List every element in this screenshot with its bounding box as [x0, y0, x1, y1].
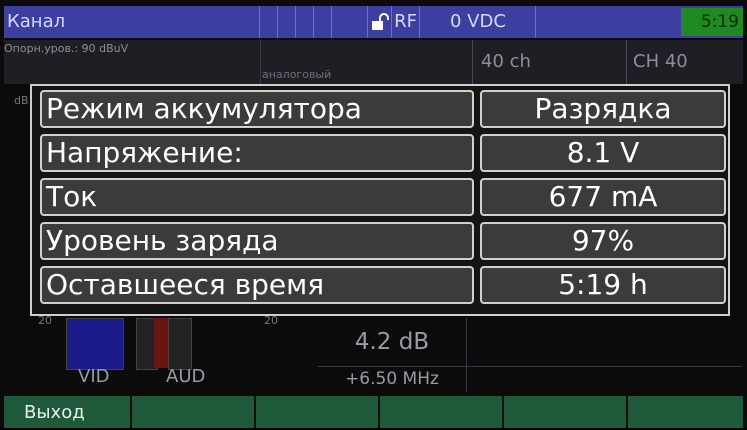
reference-level: Опорн.уров.: 90 dBuV — [4, 42, 129, 55]
info-row: Опорн.уров.: 90 dBuV аналоговый 40 ch CH… — [4, 40, 743, 84]
frequency-offset: +6.50 MHz — [318, 366, 467, 392]
supply-voltage: 0 VDC — [420, 6, 536, 38]
charge-level-value: 97% — [480, 222, 726, 260]
audio-level-bar — [168, 318, 192, 370]
battery-row: Напряжение: 8.1 V — [40, 134, 726, 172]
rf-indicator: RF — [392, 6, 420, 38]
current-value: 677 mA — [480, 178, 726, 216]
function-key-2[interactable] — [132, 396, 256, 428]
battery-row: Ток 677 mA — [40, 178, 726, 216]
status-cell — [332, 6, 368, 38]
video-level-bar — [66, 318, 124, 370]
function-key-4[interactable] — [380, 396, 504, 428]
divider — [260, 40, 261, 84]
current-label: Ток — [40, 178, 474, 216]
aud-label: AUD — [166, 366, 206, 387]
signal-mode: аналоговый — [262, 68, 332, 81]
status-cell — [260, 6, 278, 38]
battery-mode-value: Разрядка — [480, 90, 726, 128]
vid-label: VID — [78, 366, 110, 387]
channel-number: 40 ch — [472, 40, 626, 84]
status-bar: Канал RF 0 VDC 5:19 — [4, 6, 743, 38]
exit-button[interactable]: Выход — [4, 396, 132, 428]
battery-mode-label: Режим аккумулятора — [40, 90, 474, 128]
audio-level-fill — [154, 318, 168, 368]
divider — [466, 366, 742, 367]
battery-row: Оставшееся время 5:19 h — [40, 266, 726, 304]
measurement-grid: 4.2 dB +6.50 MHz — [318, 318, 742, 392]
function-key-5[interactable] — [504, 396, 628, 428]
function-key-bar: Выход — [4, 396, 743, 428]
battery-time-indicator[interactable]: 5:19 — [681, 8, 743, 36]
voltage-value: 8.1 V — [480, 134, 726, 172]
battery-row: Режим аккумулятора Разрядка — [40, 90, 726, 128]
remaining-time-label: Оставшееся время — [40, 266, 474, 304]
charge-level-label: Уровень заряда — [40, 222, 474, 260]
function-key-6[interactable] — [628, 396, 743, 428]
channel-name: CH 40 — [626, 40, 743, 84]
voltage-label: Напряжение: — [40, 134, 474, 172]
battery-row: Уровень заряда 97% — [40, 222, 726, 260]
status-cell — [278, 6, 296, 38]
function-key-3[interactable] — [256, 396, 380, 428]
cn-value: 4.2 dB — [318, 318, 467, 367]
status-cell — [314, 6, 332, 38]
db-label: dB — [14, 94, 29, 107]
screen-title: Канал — [4, 6, 260, 38]
status-cell — [296, 6, 314, 38]
unlock-icon — [368, 6, 392, 38]
analyzer-screen: Канал RF 0 VDC 5:19 Опорн.уров.: 90 dBuV… — [0, 0, 747, 428]
battery-info-dialog: Режим аккумулятора Разрядка Напряжение: … — [30, 84, 730, 316]
remaining-time-value: 5:19 h — [480, 266, 726, 304]
